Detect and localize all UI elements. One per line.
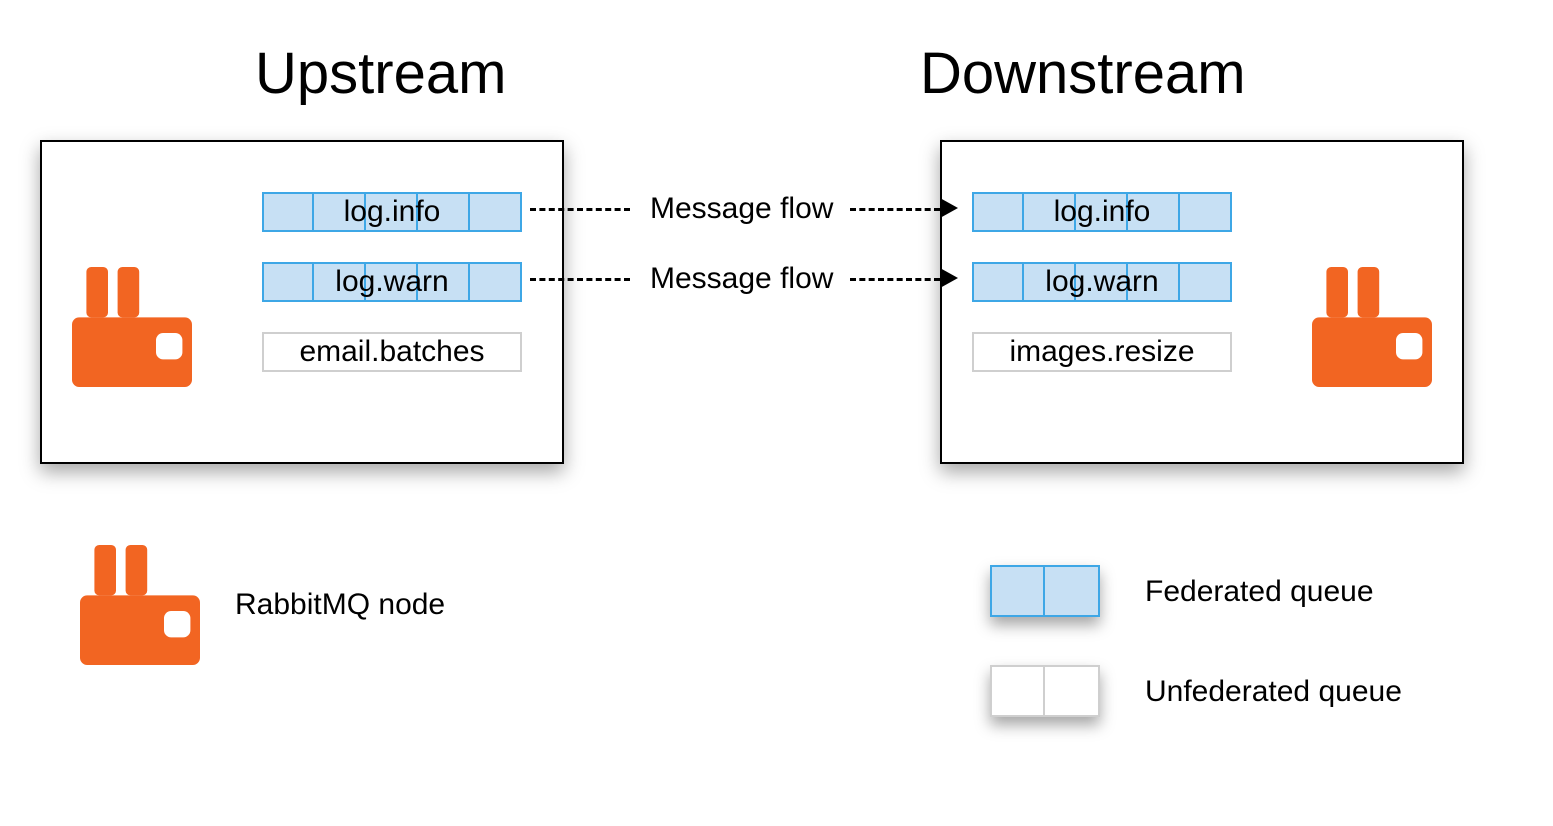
arrowhead-icon [940, 198, 958, 218]
downstream-title: Downstream [920, 40, 1246, 107]
downstream-queue-images-resize: images.resize [972, 332, 1232, 372]
rabbitmq-logo-icon [72, 267, 192, 387]
legend-rabbit-label: RabbitMQ node [235, 588, 445, 622]
upstream-title: Upstream [255, 40, 506, 107]
legend-federated-queue-icon [990, 565, 1100, 617]
upstream-queue-log-warn: log.warn [262, 262, 522, 302]
flow-dash-left-2 [530, 278, 630, 281]
flow-dash-right-1 [850, 208, 940, 211]
downstream-queue-log-info: log.info [972, 192, 1232, 232]
legend-unfederated-label: Unfederated queue [1145, 675, 1402, 709]
rabbitmq-logo-icon [1312, 267, 1432, 387]
legend-unfederated-queue-icon [990, 665, 1100, 717]
flow-dash-right-2 [850, 278, 940, 281]
flow-dash-left-1 [530, 208, 630, 211]
flow-label-1: Message flow [650, 192, 833, 226]
upstream-queue-log-info: log.info [262, 192, 522, 232]
flow-label-2: Message flow [650, 262, 833, 296]
legend-federated-label: Federated queue [1145, 575, 1374, 609]
arrowhead-icon [940, 268, 958, 288]
downstream-node-box: log.info log.warn images.resize [940, 140, 1464, 464]
rabbitmq-logo-icon [80, 545, 200, 665]
upstream-node-box: log.info log.warn email.batches [40, 140, 564, 464]
upstream-queue-email-batches: email.batches [262, 332, 522, 372]
downstream-queue-log-warn: log.warn [972, 262, 1232, 302]
